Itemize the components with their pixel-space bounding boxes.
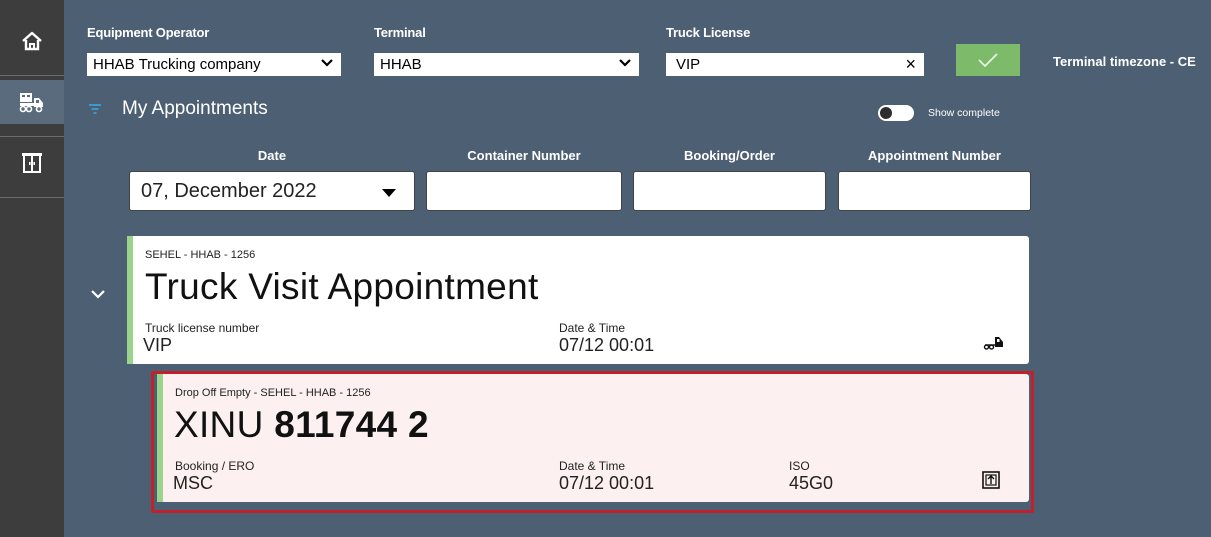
truck-appointments-icon	[19, 93, 43, 113]
truck-visit-card[interactable]: SEHEL - HHAB - 1256 Truck Visit Appointm…	[127, 236, 1029, 364]
page-title: My Appointments	[122, 98, 268, 119]
terminal-value: HHAB	[380, 56, 422, 73]
home-button[interactable]	[0, 19, 64, 63]
collapse-chevron-icon[interactable]	[90, 287, 106, 305]
visit-title: Truck Visit Appointment	[145, 266, 539, 307]
visit-datetime-label: Date & Time	[559, 321, 626, 335]
license-label: Truck License	[666, 25, 751, 40]
chevron-down-icon	[619, 53, 631, 76]
appointment-column-label: Appointment Number	[868, 148, 1001, 163]
container-number-input[interactable]	[426, 171, 622, 211]
sidebar	[0, 0, 64, 537]
booking-order-input[interactable]	[633, 171, 826, 211]
operator-label: Equipment Operator	[87, 25, 210, 40]
truck-appointments-button[interactable]	[0, 80, 64, 124]
status-bar	[127, 236, 133, 364]
home-icon	[22, 31, 42, 51]
terminal-timezone: Terminal timezone - CE	[1053, 54, 1196, 69]
checkmark-icon	[978, 53, 998, 68]
operator-value: HHAB Trucking company	[93, 56, 261, 73]
license-input[interactable]: VIP ×	[666, 53, 924, 76]
gate-button[interactable]	[0, 141, 64, 185]
booking-column-label: Booking/Order	[683, 148, 775, 163]
license-number-value: VIP	[143, 335, 173, 355]
terminal-select[interactable]: HHAB	[374, 53, 639, 76]
gate-icon	[22, 153, 42, 173]
confirm-button[interactable]	[956, 44, 1020, 76]
dropdown-triangle-icon	[382, 189, 396, 197]
selection-highlight	[151, 371, 1034, 513]
filter-icon[interactable]	[88, 102, 102, 120]
clear-icon[interactable]: ×	[905, 53, 916, 76]
date-picker[interactable]: 07, December 2022	[129, 171, 415, 211]
date-value: 07, December 2022	[141, 180, 317, 202]
visit-datetime-value: 07/12 00:01	[559, 335, 655, 355]
license-value: VIP	[676, 56, 701, 73]
show-complete-label: Show complete	[928, 107, 1000, 119]
truck-icon	[983, 334, 1005, 355]
license-number-label: Truck license number	[145, 321, 260, 335]
show-complete-toggle[interactable]	[878, 105, 914, 121]
operator-select[interactable]: HHAB Trucking company	[87, 53, 341, 76]
date-column-label: Date	[257, 148, 287, 163]
visit-reference: SEHEL - HHAB - 1256	[145, 249, 256, 261]
chevron-down-icon	[321, 53, 333, 76]
appointment-number-input[interactable]	[838, 171, 1031, 211]
container-column-label: Container Number	[467, 148, 581, 163]
terminal-label: Terminal	[374, 25, 426, 40]
